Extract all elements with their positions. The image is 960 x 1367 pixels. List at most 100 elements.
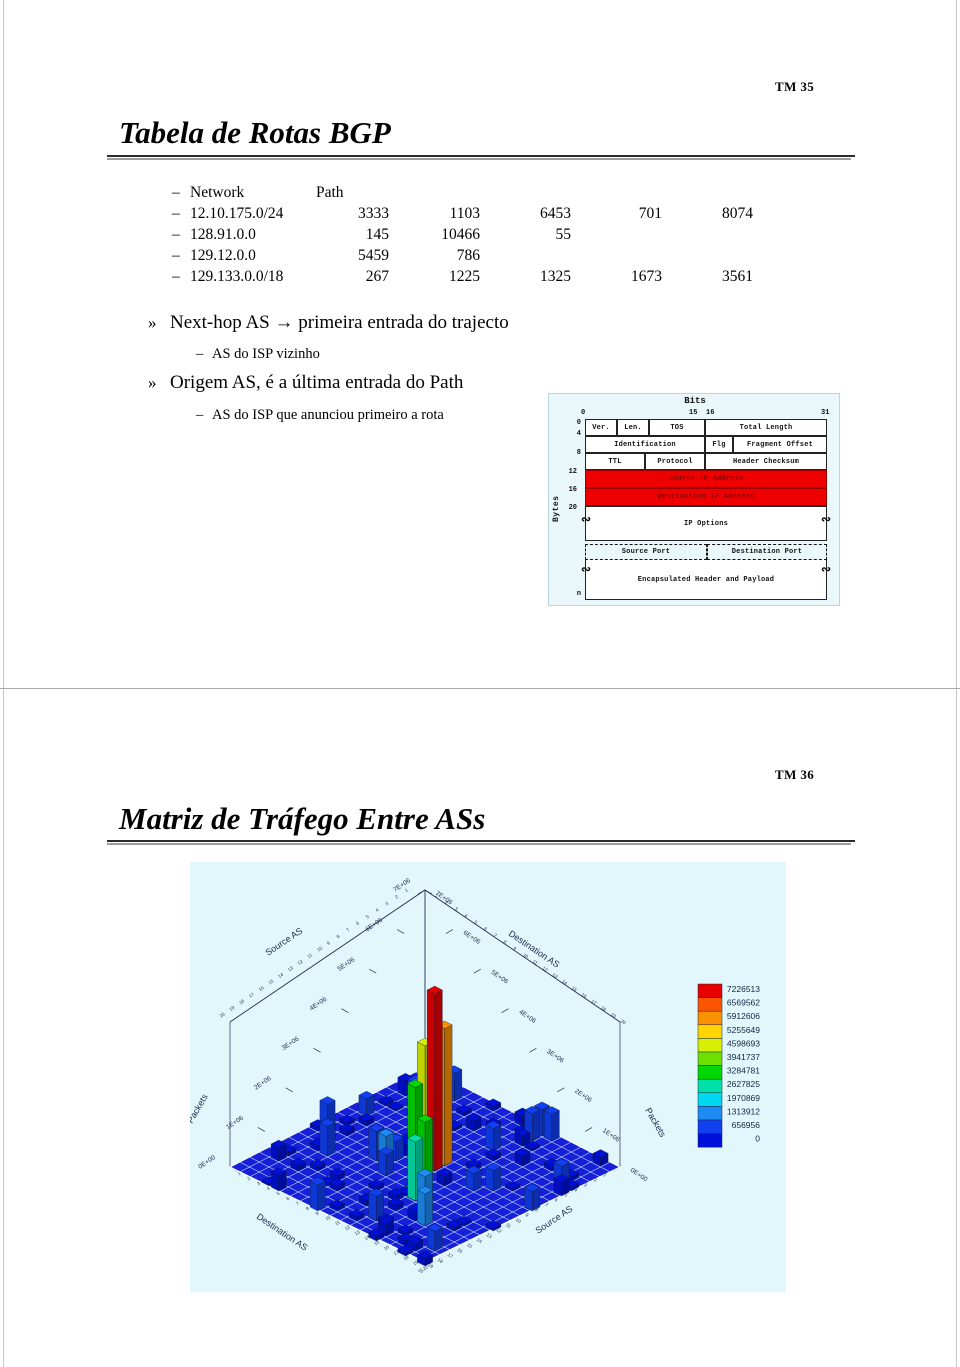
svg-text:656956: 656956 [732,1120,761,1130]
slide-tabela-de-rotas-bgp: TM 35 Tabela de Rotas BGP – Network Path… [0,0,960,688]
field-destination-port: Destination Port [707,544,827,560]
title-rule-dark-slide2 [107,840,855,842]
title-rule-light-slide2 [107,843,851,845]
bullet-marker-guillemet: » [148,313,157,332]
byte-tick-8: 8 [576,449,581,457]
break-mark-right-2-icon: ∾ [821,563,832,577]
svg-text:4598693: 4598693 [727,1038,760,1048]
field-protocol: Protocol [645,453,705,470]
byte-tick-16: 16 [568,486,577,494]
bytes-axis-label: Bytes [552,495,561,522]
column-header-blank-2 [498,184,589,205]
break-mark-left-icon: ∾ [581,513,592,527]
field-ttl: TTL [585,453,645,470]
svg-text:3284781: 3284781 [727,1066,760,1076]
column-header-path: Path [316,184,344,201]
bit-tick-0: 0 [581,409,586,417]
byte-tick-12: 12 [568,468,577,476]
byte-tick-0: 0 [576,419,581,427]
bit-tick-31: 31 [821,409,830,417]
field-destination-ip-address: Destination IP Address [585,488,827,506]
byte-tick-20: 20 [568,504,577,512]
svg-text:5255649: 5255649 [727,1025,760,1035]
cell-path-5: 8074 [722,205,753,222]
slide-matriz-de-trafego: TM 36 Matriz de Tráfego Entre ASs 0E+00 1… [0,688,960,1367]
cell-path-4 [589,247,680,268]
field-total-length: Total Length [705,419,827,436]
page-title-slide2: Matriz de Tráfego Entre ASs [119,801,486,836]
bullet-marker-dash: – [196,346,204,362]
row-dash-mark: – [172,247,180,264]
bullet-text: Next-hop AS → primeira entrada do trajec… [170,312,509,333]
cell-network: 129.12.0.0 [190,247,256,264]
bullet-text: AS do ISP vizinho [212,346,320,362]
column-header-blank-1 [407,184,498,205]
bullet-marker-guillemet: » [148,373,157,392]
cell-network: 129.133.0.0/18 [190,268,284,285]
field-identification: Identification [585,436,705,453]
document-page: TM 35 Tabela de Rotas BGP – Network Path… [0,0,960,1367]
row-dash-mark: – [172,205,180,222]
field-source-port: Source Port [585,544,707,560]
slide-number-36: TM 36 [775,767,815,782]
cell-path-4: 701 [638,205,662,222]
ip-header-diagram: Bits 0 15 16 31 0 4 8 12 16 20 n Bytes V… [548,393,840,606]
field-ip-options: IP Options [585,506,827,541]
chart-svg: 0E+001E+062E+063E+064E+065E+066E+067E+06… [190,862,786,1292]
bullet-as-do-isp-vizinho: – AS do ISP vizinho [196,346,320,363]
cell-path-3: 6453 [540,205,571,222]
svg-text:5912606: 5912606 [727,1011,760,1021]
cell-path-3: 55 [555,226,572,243]
bullet-next-hop-as: » Next-hop AS → primeira entrada do traje… [148,312,509,334]
svg-text:1970869: 1970869 [727,1093,760,1103]
cell-path-2: 10466 [441,226,480,243]
cell-path-4: 1673 [631,268,662,285]
cell-path-1: 3333 [358,205,389,222]
bit-tick-16: 16 [706,409,715,417]
cell-path-5 [680,226,771,247]
table-row: – 12.10.175.0/24 3333 1103 6453 701 8074 [172,205,771,226]
field-header-checksum: Header Checksum [705,453,827,470]
cell-path-2: 1225 [449,268,480,285]
cell-path-1: 5459 [358,247,389,264]
page-title-slide1: Tabela de Rotas BGP [119,115,391,150]
slide-number-35: TM 35 [775,79,815,94]
table-row: – 129.12.0.0 5459 786 [172,247,771,268]
bullet-origem-as: » Origem AS, é a última entrada do Path [148,372,463,394]
ip-diagram-bits-title: Bits [684,396,706,406]
column-header-network: Network [190,184,245,201]
table-row: – 128.91.0.0 145 10466 55 [172,226,771,247]
svg-text:0: 0 [755,1134,760,1144]
field-encapsulated-payload: Encapsulated Header and Payload [585,560,827,600]
field-fragment-offset: Fragment Offset [733,436,827,453]
title-rule-dark-slide1 [107,155,855,157]
column-header-blank-4 [680,184,771,205]
byte-tick-4: 4 [576,430,581,438]
title-rule-light-slide1 [107,158,851,160]
cell-path-3 [498,247,589,268]
cell-path-5 [680,247,771,268]
bgp-route-table: – Network Path – 12.10.175.0/24 3333 110… [172,184,771,289]
svg-text:7226513: 7226513 [727,984,760,994]
table-header-row: – Network Path [172,184,771,205]
table-row: – 129.133.0.0/18 267 1225 1325 1673 3561 [172,268,771,289]
bit-tick-15: 15 [689,409,698,417]
byte-tick-n: n [576,590,581,598]
cell-path-4 [589,226,680,247]
cell-path-1: 145 [365,226,389,243]
bullet-as-do-isp-anunciou: – AS do ISP que anunciou primeiro a rota [196,407,444,424]
traffic-matrix-3d-chart: 0E+00 1E+06 2E+06 3E+06 4E+06 5E+06 6E+06 7E+06… [190,862,786,1292]
cell-network: 128.91.0.0 [190,226,256,243]
row-dash-mark: – [172,226,180,243]
cell-path-5: 3561 [722,268,753,285]
cell-path-1: 267 [365,268,389,285]
field-source-ip-address: Source IP Address [585,470,827,488]
cell-path-2: 786 [456,247,480,264]
cell-network: 12.10.175.0/24 [190,205,284,222]
svg-text:1313912: 1313912 [727,1106,760,1116]
column-header-blank-3 [589,184,680,205]
field-header-length: Len. [617,419,649,436]
field-tos: TOS [649,419,705,436]
field-flags: Flg [705,436,733,453]
cell-path-2: 1103 [449,205,480,222]
